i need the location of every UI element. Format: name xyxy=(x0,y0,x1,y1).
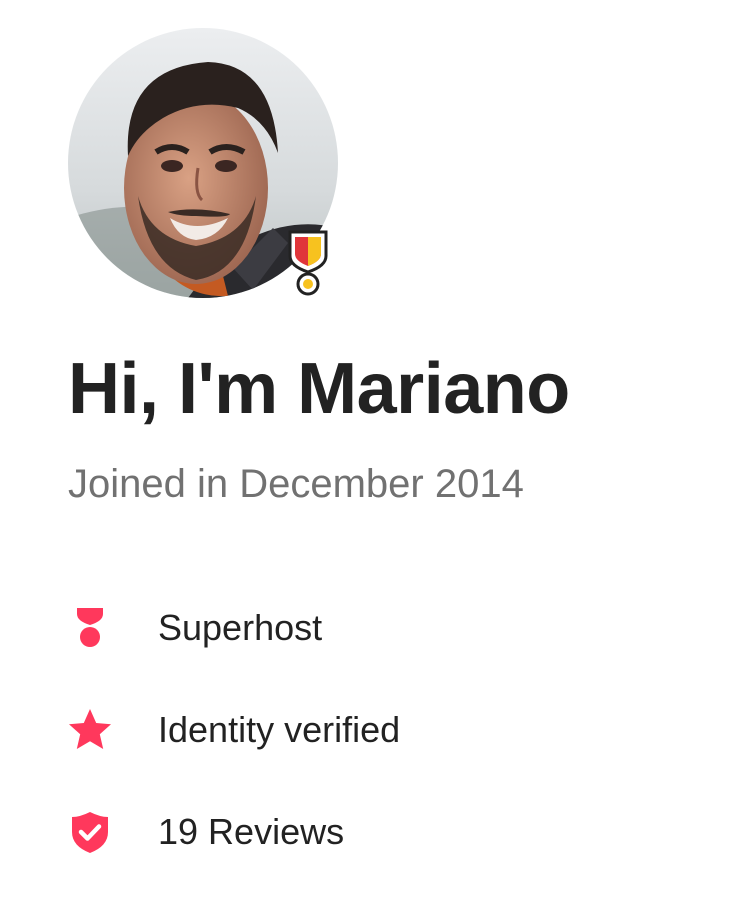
stat-identity-verified: Identity verified xyxy=(66,706,400,754)
superhost-badge-icon xyxy=(286,228,330,298)
star-icon xyxy=(66,706,114,754)
profile-greeting: Hi, I'm Mariano xyxy=(68,349,570,429)
stat-label: Identity verified xyxy=(158,709,401,750)
shield-check-icon xyxy=(66,808,114,856)
stat-reviews[interactable]: 19 Reviews xyxy=(66,808,344,856)
joined-date: Joined in December 2014 xyxy=(68,462,524,506)
superhost-medal-icon xyxy=(66,604,114,652)
stat-label[interactable]: 19 Reviews xyxy=(158,811,344,853)
stat-label: Superhost xyxy=(158,607,323,648)
profile-avatar-container xyxy=(68,28,338,298)
stat-superhost: Superhost xyxy=(66,604,322,652)
